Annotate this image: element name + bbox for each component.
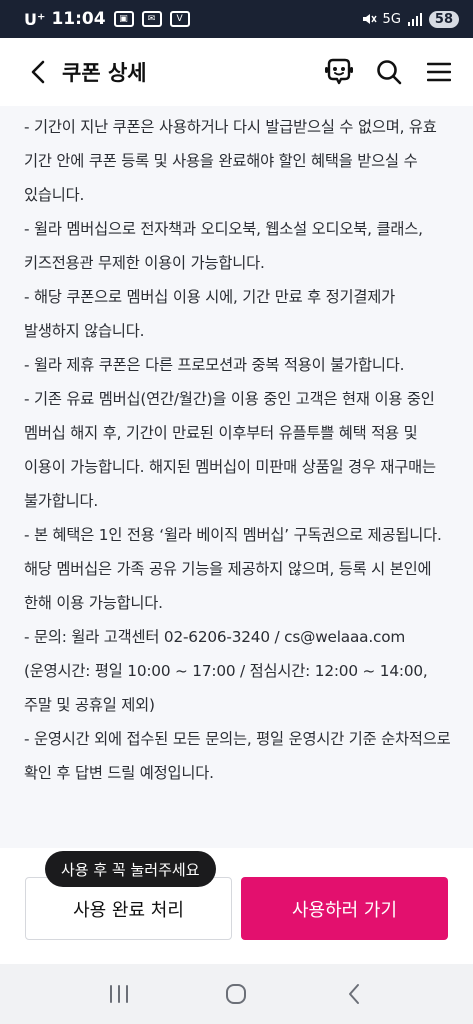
coupon-notice: - 기간이 지난 쿠폰은 사용하거나 다시 발급받으실 수 없으며, 유효 기간…: [0, 106, 473, 848]
menu-button[interactable]: [423, 56, 455, 88]
system-nav-bar: [0, 964, 473, 1024]
usage-tooltip: 사용 후 꼭 눌러주세요: [45, 851, 216, 887]
search-button[interactable]: [373, 56, 405, 88]
app-bar: 쿠폰 상세: [0, 38, 473, 106]
notice-item: - 기존 유료 멤버십(연간/월간)을 이용 중인 고객은 현재 이용 중인 멤…: [24, 390, 436, 510]
back-button[interactable]: [24, 58, 52, 86]
clock: 11:04: [51, 9, 106, 29]
menu-icon: [427, 62, 451, 82]
go-use-button[interactable]: 사용하러 가기: [241, 877, 448, 940]
chatbot-button[interactable]: [323, 56, 355, 88]
battery-indicator: 58: [428, 10, 459, 28]
search-icon: [377, 60, 402, 85]
notification-icon: ✉: [141, 11, 162, 27]
status-bar: U⁺ 11:04 ▣ ✉ V 5G 58: [0, 0, 473, 38]
back-icon: [31, 60, 45, 84]
notice-item: - 윌라 멤버십으로 전자책과 오디오북, 웹소설 오디오북, 클래스, 키즈전…: [24, 220, 423, 272]
chatbot-icon: [325, 58, 353, 85]
nav-back-icon: [349, 984, 360, 1004]
notice-item: - 운영시간 외에 접수된 모든 문의는, 평일 운영시간 기준 순차적으로 확…: [24, 730, 451, 782]
screenshot-icon: ▣: [113, 11, 134, 27]
app-notification-icon: V: [169, 11, 190, 27]
notice-item: - 문의: 윌라 고객센터 02-6206-3240 / cs@welaaa.c…: [24, 628, 428, 714]
notice-item: - 기간이 지난 쿠폰은 사용하거나 다시 발급받으실 수 없으며, 유효 기간…: [24, 118, 437, 204]
bottom-action-bar: 사용 완료 처리 사용하러 가기 사용 후 꼭 눌러주세요: [0, 848, 473, 964]
notice-item: - 해당 쿠폰으로 멤버십 이용 시에, 기간 만료 후 정기결제가 발생하지 …: [24, 288, 396, 340]
home-icon: [226, 984, 247, 1004]
recents-icon: [109, 985, 128, 1003]
notice-item: - 윌라 제휴 쿠폰은 다른 프로모션과 중복 적용이 불가합니다.: [24, 356, 405, 374]
nav-back-button[interactable]: [334, 974, 374, 1014]
signal-icon: [407, 13, 422, 26]
recents-button[interactable]: [99, 974, 139, 1014]
network-label: 5G: [382, 11, 401, 27]
carrier-label: U⁺: [24, 9, 46, 29]
notice-item: - 본 혜택은 1인 전용 ‘윌라 베이직 멤버십’ 구독권으로 제공됩니다. …: [24, 526, 442, 612]
home-button[interactable]: [216, 974, 256, 1014]
page-title: 쿠폰 상세: [62, 61, 147, 85]
mute-icon: [362, 14, 377, 24]
